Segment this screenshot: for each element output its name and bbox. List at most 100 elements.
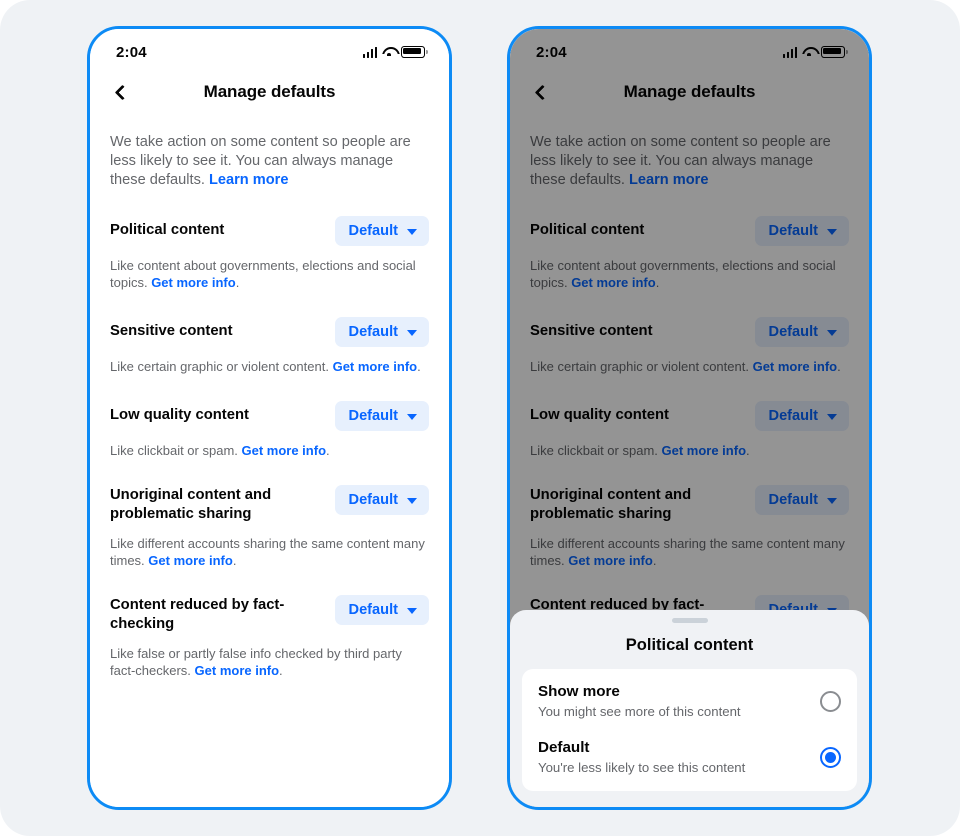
- setting-description-text: Like clickbait or spam.: [530, 443, 662, 458]
- status-time: 2:04: [116, 43, 147, 61]
- setting-description: Like different accounts sharing the same…: [530, 524, 849, 569]
- setting-description: Like false or partly false info checked …: [110, 634, 429, 679]
- sheet-option-title: Default: [538, 739, 590, 756]
- sheet-options-card: Show more You might see more of this cont…: [522, 669, 857, 791]
- setting-description: Like different accounts sharing the same…: [110, 524, 429, 569]
- setting-default-button[interactable]: Default: [334, 595, 429, 625]
- setting-title: Sensitive content: [530, 323, 653, 339]
- intro-text: We take action on some content so people…: [90, 115, 449, 190]
- setting-description-text: Like clickbait or spam.: [110, 443, 242, 458]
- back-chevron-icon: [534, 84, 550, 100]
- setting-default-label: Default: [348, 408, 398, 424]
- get-more-info-link[interactable]: Get more info: [195, 663, 280, 678]
- setting-default-label: Default: [348, 492, 398, 508]
- setting-default-button[interactable]: Default: [754, 216, 849, 246]
- setting-description: Like clickbait or spam. Get more info.: [530, 431, 849, 459]
- chevron-down-icon: [827, 497, 837, 504]
- setting-description-tail: .: [655, 275, 660, 290]
- screenshot-canvas: 2:04 Manage defaults We take action on s…: [0, 0, 960, 836]
- cellular-signal-icon: [782, 46, 797, 58]
- chevron-down-icon: [407, 228, 417, 235]
- get-more-info-link[interactable]: Get more info: [333, 359, 418, 374]
- get-more-info-link[interactable]: Get more info: [151, 275, 236, 290]
- status-bar: 2:04: [510, 29, 869, 69]
- status-bar: 2:04: [90, 29, 449, 69]
- back-button[interactable]: [525, 75, 559, 109]
- chevron-down-icon: [407, 497, 417, 504]
- sheet-option-title: Show more: [538, 683, 620, 700]
- back-button[interactable]: [105, 75, 139, 109]
- sheet-title: Political content: [625, 636, 754, 654]
- setting-default-button[interactable]: Default: [754, 401, 849, 431]
- status-icons: [782, 46, 848, 58]
- setting-default-label: Default: [348, 602, 398, 618]
- sheet-option-subtitle: You might see more of this content: [538, 704, 741, 719]
- get-more-info-link[interactable]: Get more info: [662, 443, 747, 458]
- phone-mockup-left: 2:04 Manage defaults We take action on s…: [87, 26, 452, 810]
- setting-row: Unoriginal content and problematic shari…: [530, 459, 849, 524]
- setting-description: Like content about governments, election…: [530, 246, 849, 291]
- get-more-info-link[interactable]: Get more info: [571, 275, 656, 290]
- setting-row: Political content Default: [530, 190, 849, 246]
- bottom-sheet: Political content Show more You might see…: [510, 610, 869, 807]
- sheet-option-text: Show more You might see more of this cont…: [538, 682, 741, 721]
- setting-title: Political content: [530, 222, 645, 238]
- back-chevron-icon: [114, 84, 130, 100]
- setting-default-button[interactable]: Default: [334, 401, 429, 431]
- setting-title: Content reduced by fact-checking: [110, 597, 285, 632]
- setting-default-label: Default: [768, 408, 818, 424]
- learn-more-link[interactable]: Learn more: [209, 172, 288, 188]
- settings-list: Political content Default Like content abo…: [90, 190, 449, 679]
- setting-description-tail: .: [235, 275, 240, 290]
- setting-default-button[interactable]: Default: [334, 485, 429, 515]
- setting-row: Content reduced by fact-checking Default: [110, 569, 429, 634]
- setting-description-tail: .: [746, 443, 750, 458]
- setting-title: Political content: [110, 222, 225, 238]
- setting-default-button[interactable]: Default: [334, 216, 429, 246]
- chevron-down-icon: [827, 329, 837, 336]
- chevron-down-icon: [407, 413, 417, 420]
- phone-screen-right: 2:04 Manage defaults We take action on s…: [510, 29, 869, 807]
- get-more-info-link[interactable]: Get more info: [148, 553, 233, 568]
- setting-default-label: Default: [348, 324, 398, 340]
- intro-text: We take action on some content so people…: [510, 115, 869, 190]
- status-icons: [362, 46, 428, 58]
- settings-list: Political content Default Like content abo…: [510, 190, 869, 679]
- setting-row: Unoriginal content and problematic shari…: [110, 459, 429, 524]
- setting-description: Like clickbait or spam. Get more info.: [110, 431, 429, 459]
- setting-description-text: Like certain graphic or violent content.: [110, 359, 333, 374]
- radio-button-icon[interactable]: [820, 691, 841, 712]
- setting-title: Unoriginal content and problematic shari…: [530, 487, 692, 522]
- get-more-info-link[interactable]: Get more info: [242, 443, 327, 458]
- setting-description-text: Like certain graphic or violent content.: [530, 359, 753, 374]
- battery-icon: [821, 46, 848, 58]
- chevron-down-icon: [827, 413, 837, 420]
- setting-default-button[interactable]: Default: [334, 317, 429, 347]
- setting-default-label: Default: [768, 492, 818, 508]
- cellular-signal-icon: [362, 46, 377, 58]
- setting-description: Like certain graphic or violent content.…: [530, 347, 849, 375]
- setting-title: Low quality content: [530, 407, 669, 423]
- nav-bar: Manage defaults: [90, 69, 449, 115]
- setting-description-tail: .: [232, 553, 237, 568]
- phone-mockup-right: 2:04 Manage defaults We take action on s…: [507, 26, 872, 810]
- learn-more-link[interactable]: Learn more: [629, 172, 708, 188]
- radio-button-icon[interactable]: [820, 747, 841, 768]
- phone-screen-left: 2:04 Manage defaults We take action on s…: [90, 29, 449, 807]
- sheet-option[interactable]: Default You're less likely to see this co…: [538, 721, 841, 777]
- setting-row: Low quality content Default: [530, 375, 849, 431]
- setting-default-label: Default: [348, 223, 398, 239]
- setting-description-tail: .: [417, 359, 421, 374]
- setting-row: Political content Default: [110, 190, 429, 246]
- setting-default-button[interactable]: Default: [754, 485, 849, 515]
- chevron-down-icon: [407, 329, 417, 336]
- setting-description: Like content about governments, election…: [110, 246, 429, 291]
- sheet-option[interactable]: Show more You might see more of this cont…: [538, 682, 841, 721]
- get-more-info-link[interactable]: Get more info: [753, 359, 838, 374]
- chevron-down-icon: [827, 228, 837, 235]
- setting-description: Like certain graphic or violent content.…: [110, 347, 429, 375]
- setting-default-button[interactable]: Default: [754, 317, 849, 347]
- setting-description-tail: .: [279, 663, 283, 678]
- page-title: Manage defaults: [623, 82, 756, 101]
- get-more-info-link[interactable]: Get more info: [568, 553, 653, 568]
